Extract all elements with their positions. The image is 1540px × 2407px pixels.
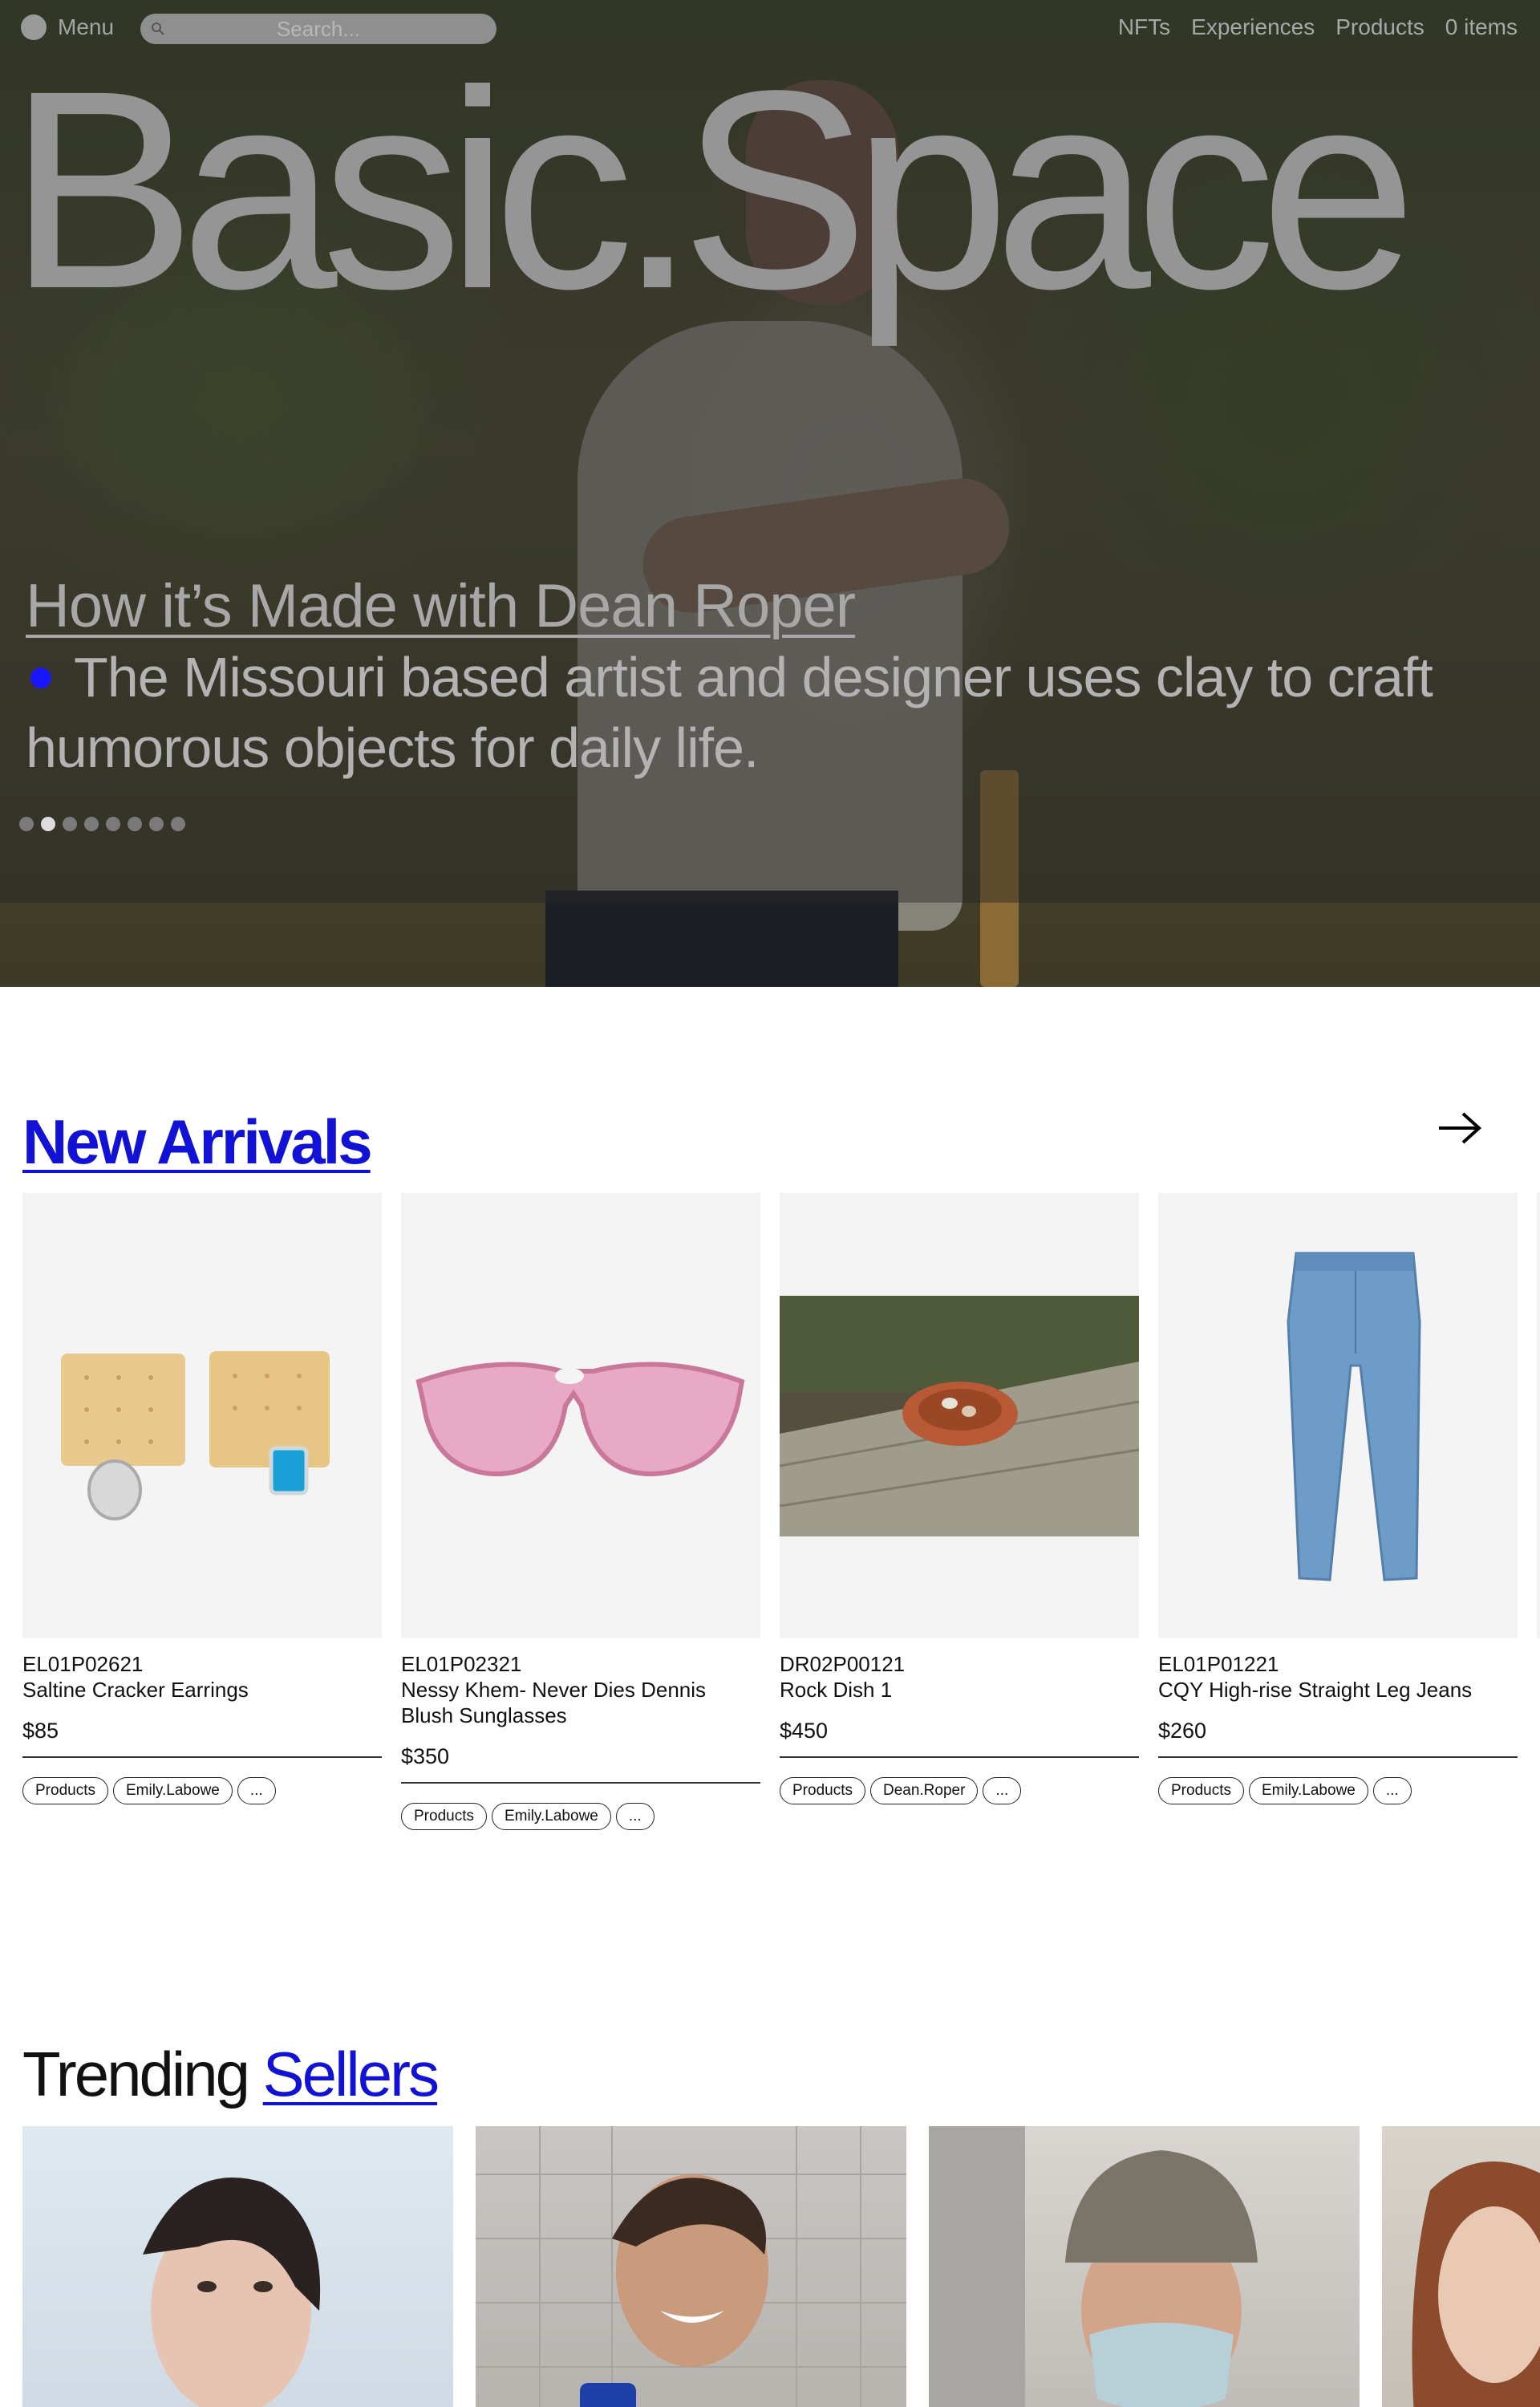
product-tags: Products Emily.Labowe ... [1158, 1777, 1518, 1804]
carousel-dot[interactable] [84, 817, 99, 831]
carousel-dot[interactable] [128, 817, 142, 831]
cart-link[interactable]: 0 items [1445, 14, 1518, 40]
story-description: The Missouri based artist and designer u… [26, 642, 1518, 783]
product-card[interactable]: EL01P01221 CQY High-rise Straight Leg Je… [1158, 1193, 1518, 1804]
carousel-dot[interactable] [19, 817, 34, 831]
story-title-link[interactable]: How it’s Made with Dean Roper [26, 571, 856, 641]
carousel-dot[interactable] [63, 817, 77, 831]
product-price: $260 [1158, 1719, 1207, 1743]
product-sku: EL01P01221 [1158, 1652, 1279, 1676]
seller-card[interactable] [929, 2126, 1360, 2407]
seller-card[interactable] [22, 2126, 453, 2407]
product-image[interactable] [1158, 1193, 1518, 1638]
bullet-dot-icon [30, 667, 51, 688]
tag-seller[interactable]: Dean.Roper [869, 1777, 979, 1804]
trending-sellers-heading: Trending Sellers [22, 2038, 440, 2111]
tag-category[interactable]: Products [780, 1777, 865, 1804]
sellers-link[interactable]: Sellers [263, 2039, 440, 2109]
product-card-partial[interactable] [1537, 1193, 1540, 1638]
carousel-dot[interactable] [171, 817, 185, 831]
divider [401, 1782, 760, 1784]
seller-photo [1412, 2161, 1540, 2407]
carousel-dot[interactable] [41, 817, 55, 831]
rock-dish-image [780, 1296, 1139, 1536]
product-image[interactable] [22, 1193, 382, 1638]
product-price: $350 [401, 1744, 450, 1768]
trending-label: Trending [22, 2039, 250, 2109]
product-image[interactable] [1537, 1193, 1540, 1638]
carousel-dot[interactable] [106, 817, 120, 831]
product-card[interactable]: EL01P02621 Saltine Cracker Earrings $85 … [22, 1193, 382, 1804]
product-carousel: EL01P02621 Saltine Cracker Earrings $85 … [22, 1193, 1540, 1883]
seller-photo [929, 2126, 1258, 2407]
product-tags: Products Emily.Labowe ... [401, 1803, 760, 1830]
product-name[interactable]: Rock Dish 1 [780, 1677, 1139, 1703]
jeans-image [1287, 1252, 1421, 1581]
product-name[interactable]: Nessy Khem- Never Dies Dennis Blush Sung… [401, 1677, 760, 1728]
tag-more[interactable]: ... [615, 1803, 654, 1830]
carousel-pagination [19, 817, 185, 831]
tag-category[interactable]: Products [22, 1777, 108, 1804]
new-arrivals-heading: New Arrivals [22, 1106, 373, 1179]
hero-banner: Menu NFTs Experiences Products 0 items B… [0, 0, 1540, 987]
tag-seller[interactable]: Emily.Labowe [112, 1777, 233, 1804]
tag-more[interactable]: ... [1372, 1777, 1412, 1804]
product-sku: EL01P02621 [22, 1652, 144, 1676]
divider [780, 1756, 1139, 1758]
next-arrow-icon[interactable] [1436, 1107, 1484, 1147]
brand-wordmark: Basic.Space [8, 31, 1417, 347]
product-name[interactable]: Saltine Cracker Earrings [22, 1677, 382, 1703]
tag-more[interactable]: ... [237, 1777, 276, 1804]
tag-more[interactable]: ... [983, 1777, 1022, 1804]
tag-seller[interactable]: Emily.Labowe [491, 1803, 611, 1830]
sunglasses-image [415, 1362, 745, 1477]
hero-photo-pants [545, 891, 898, 987]
divider [22, 1756, 382, 1758]
tag-category[interactable]: Products [1158, 1777, 1244, 1804]
product-name[interactable]: CQY High-rise Straight Leg Jeans [1158, 1677, 1518, 1703]
product-sku: EL01P02321 [401, 1652, 522, 1676]
product-sku: DR02P00121 [780, 1652, 906, 1676]
product-tags: Products Emily.Labowe ... [22, 1777, 382, 1804]
tag-seller[interactable]: Emily.Labowe [1248, 1777, 1368, 1804]
product-price: $85 [22, 1719, 59, 1743]
story-description-text: The Missouri based artist and designer u… [26, 646, 1433, 779]
product-image[interactable] [780, 1193, 1139, 1638]
product-image[interactable] [401, 1193, 760, 1638]
carousel-dot[interactable] [149, 817, 164, 831]
seller-carousel [22, 2126, 1540, 2407]
tag-category[interactable]: Products [401, 1803, 487, 1830]
divider [1158, 1756, 1518, 1758]
product-card[interactable]: DR02P00121 Rock Dish 1 $450 Products Dea… [780, 1193, 1139, 1804]
earrings-image [61, 1351, 330, 1520]
product-tags: Products Dean.Roper ... [780, 1777, 1139, 1804]
new-arrivals-link[interactable]: New Arrivals [22, 1106, 373, 1177]
seller-photo [143, 2178, 321, 2407]
seller-card[interactable] [476, 2126, 906, 2407]
seller-card-partial[interactable] [1382, 2126, 1540, 2407]
product-card[interactable]: EL01P02321 Nessy Khem- Never Dies Dennis… [401, 1193, 760, 1830]
product-price: $450 [780, 1719, 829, 1743]
seller-photo [476, 2126, 906, 2407]
